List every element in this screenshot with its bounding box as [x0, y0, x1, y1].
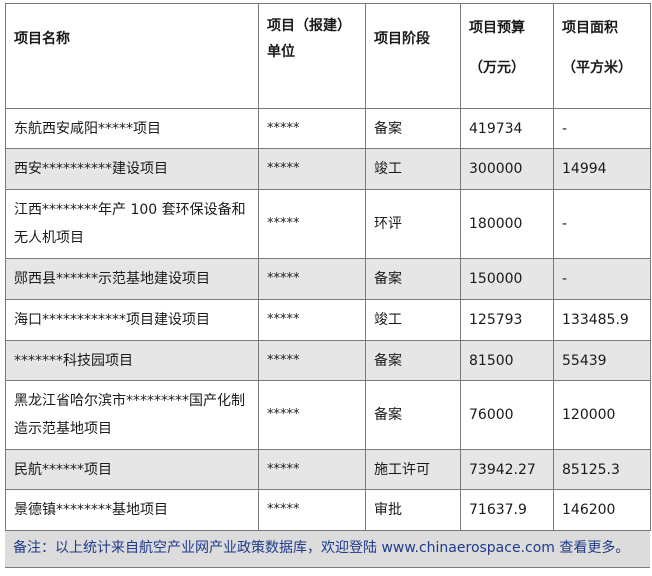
cell-project-name: 西安**********建设项目 — [5, 148, 259, 190]
cell-project-name: *******科技园项目 — [5, 340, 259, 381]
header-unit: 项目（报建） 单位 — [258, 3, 366, 109]
cell-area: 133485.9 — [553, 299, 651, 341]
cell-unit: ***** — [258, 489, 366, 531]
cell-project-name: 郧西县******示范基地建设项目 — [5, 258, 259, 300]
table-row: 海口************项目建设项目 ***** 竣工 125793 133… — [5, 299, 651, 341]
cell-area: 14994 — [553, 148, 651, 190]
table-row: *******科技园项目 ***** 备案 81500 55439 — [5, 340, 651, 381]
table-row: 西安**********建设项目 ***** 竣工 300000 14994 — [5, 148, 651, 190]
header-budget: 项目预算 （万元） — [460, 3, 554, 109]
cell-stage: 备案 — [365, 258, 461, 300]
cell-area: - — [553, 189, 651, 259]
cell-project-name: 民航******项目 — [5, 449, 259, 490]
cell-budget: 150000 — [460, 258, 554, 300]
footnote: 备注：以上统计来自航空产业网产业政策数据库，欢迎登陆 www.chinaeros… — [5, 531, 650, 568]
cell-unit: ***** — [258, 189, 366, 259]
header-area: 项目面积 （平方米） — [553, 3, 651, 109]
cell-unit: ***** — [258, 380, 366, 450]
cell-area: - — [553, 258, 651, 300]
cell-project-name: 黑龙江省哈尔滨市*********国产化制造示范基地项目 — [5, 380, 259, 450]
header-unit-line2: 单位 — [267, 44, 295, 60]
header-budget-line1: 项目预算 — [469, 20, 525, 36]
cell-area: 146200 — [553, 489, 651, 531]
header-budget-line2: （万元） — [469, 60, 525, 76]
table-row: 江西********年产 100 套环保设备和无人机项目 ***** 环评 18… — [5, 189, 651, 259]
table-row: 民航******项目 ***** 施工许可 73942.27 85125.3 — [5, 449, 651, 490]
cell-unit: ***** — [258, 258, 366, 300]
cell-unit: ***** — [258, 108, 366, 149]
cell-budget: 419734 — [460, 108, 554, 149]
cell-stage: 备案 — [365, 108, 461, 149]
cell-budget: 71637.9 — [460, 489, 554, 531]
cell-project-name: 东航西安咸阳*****项目 — [5, 108, 259, 149]
header-unit-line1: 项目（报建） — [267, 18, 351, 34]
cell-stage: 备案 — [365, 380, 461, 450]
table-row: 东航西安咸阳*****项目 ***** 备案 419734 - — [5, 108, 651, 149]
header-stage: 项目阶段 — [365, 3, 461, 109]
cell-unit: ***** — [258, 299, 366, 341]
cell-unit: ***** — [258, 340, 366, 381]
header-area-line1: 项目面积 — [562, 20, 618, 36]
cell-area: 120000 — [553, 380, 651, 450]
project-table: 项目名称 项目（报建） 单位 项目阶段 项目预算 （万元） 项目面积 （平方米） 东航… — [5, 3, 651, 531]
cell-unit: ***** — [258, 148, 366, 190]
cell-budget: 300000 — [460, 148, 554, 190]
header-area-line2: （平方米） — [562, 60, 632, 76]
cell-budget: 76000 — [460, 380, 554, 450]
cell-area: 55439 — [553, 340, 651, 381]
cell-budget: 125793 — [460, 299, 554, 341]
cell-unit: ***** — [258, 449, 366, 490]
cell-stage: 备案 — [365, 340, 461, 381]
table-row: 景德镇********基地项目 ***** 审批 71637.9 146200 — [5, 489, 651, 531]
cell-budget: 180000 — [460, 189, 554, 259]
cell-budget: 81500 — [460, 340, 554, 381]
cell-area: 85125.3 — [553, 449, 651, 490]
cell-stage: 竣工 — [365, 299, 461, 341]
cell-stage: 施工许可 — [365, 449, 461, 490]
cell-area: - — [553, 108, 651, 149]
cell-project-name: 江西********年产 100 套环保设备和无人机项目 — [5, 189, 259, 259]
cell-stage: 审批 — [365, 489, 461, 531]
table-row: 郧西县******示范基地建设项目 ***** 备案 150000 - — [5, 258, 651, 300]
cell-stage: 环评 — [365, 189, 461, 259]
cell-project-name: 景德镇********基地项目 — [5, 489, 259, 531]
cell-project-name: 海口************项目建设项目 — [5, 299, 259, 341]
cell-stage: 竣工 — [365, 148, 461, 190]
project-table-container: 项目名称 项目（报建） 单位 项目阶段 项目预算 （万元） 项目面积 （平方米） 东航… — [5, 3, 651, 568]
cell-budget: 73942.27 — [460, 449, 554, 490]
table-row: 黑龙江省哈尔滨市*********国产化制造示范基地项目 ***** 备案 76… — [5, 380, 651, 450]
header-project-name: 项目名称 — [5, 3, 259, 109]
header-row: 项目名称 项目（报建） 单位 项目阶段 项目预算 （万元） 项目面积 （平方米） — [5, 3, 651, 109]
